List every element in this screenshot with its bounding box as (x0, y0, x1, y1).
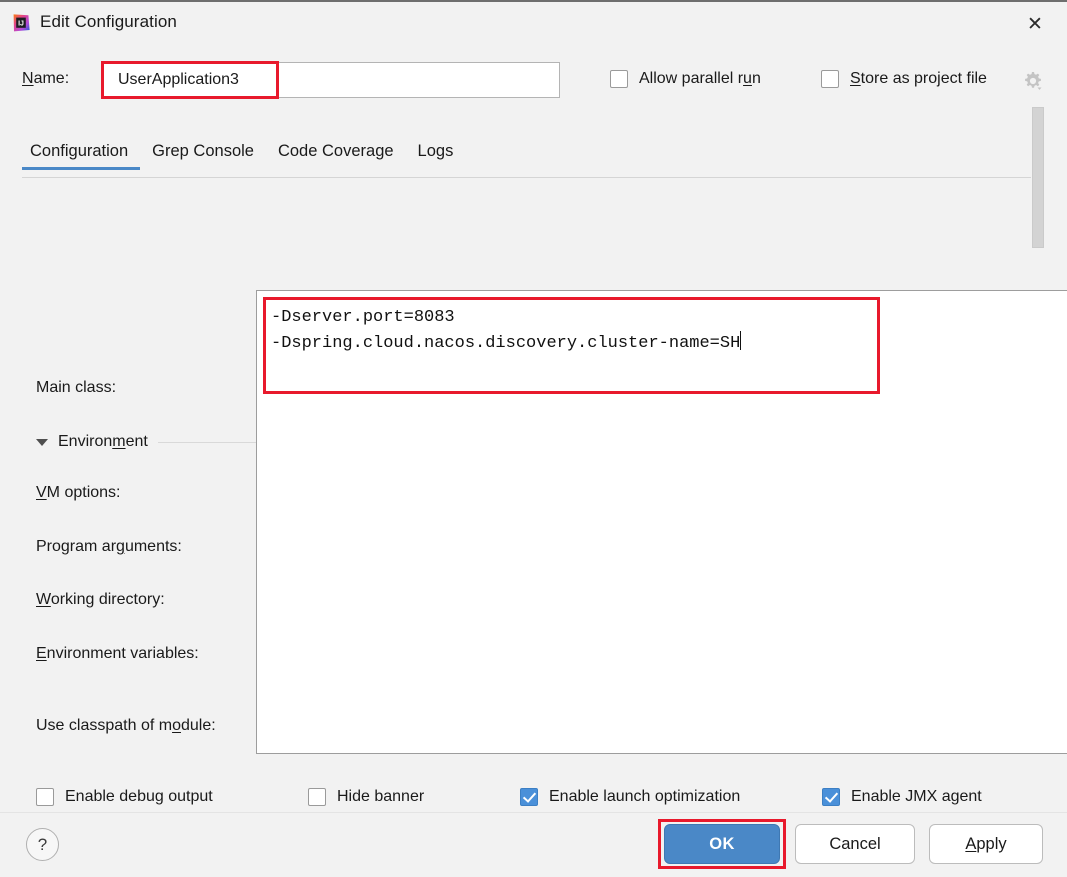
environment-variables-label: Environment variables: (36, 645, 199, 663)
name-input[interactable] (101, 62, 560, 98)
allow-parallel-run-checkbox[interactable] (610, 70, 628, 88)
enable-launch-optimization-checkbox-row[interactable]: Enable launch optimization (520, 788, 740, 806)
vm-options-editor-popup[interactable]: -Dserver.port=8083 -Dspring.cloud.nacos.… (256, 290, 1067, 754)
vm-options-text[interactable]: -Dserver.port=8083 -Dspring.cloud.nacos.… (271, 305, 741, 357)
footer-divider (0, 812, 1067, 813)
allow-parallel-run-checkbox-row[interactable]: Allow parallel run (610, 70, 761, 88)
vm-options-line-2: -Dspring.cloud.nacos.discovery.cluster-n… (271, 334, 740, 353)
intellij-idea-logo-icon: IJ (11, 13, 31, 33)
apply-button[interactable]: Apply (929, 824, 1043, 864)
chevron-down-icon (36, 439, 48, 446)
ok-button[interactable]: OK (664, 824, 780, 864)
hide-banner-label: Hide banner (337, 788, 424, 806)
name-label-mnemonic: N (22, 70, 34, 87)
store-as-project-file-checkbox[interactable] (821, 70, 839, 88)
enable-debug-output-label: Enable debug output (65, 788, 213, 806)
gear-icon[interactable] (1022, 70, 1044, 92)
spring-boot-options-strip: Enable debug output Hide banner Enable l… (22, 752, 1031, 812)
environment-section-label: Environment (58, 433, 148, 451)
tab-grep-console[interactable]: Grep Console (140, 142, 266, 170)
enable-launch-optimization-label: Enable launch optimization (549, 788, 740, 806)
edit-configuration-dialog: IJ Edit Configuration ✕ Name: Allow para… (0, 0, 1067, 877)
tab-code-coverage[interactable]: Code Coverage (266, 142, 406, 170)
hide-banner-checkbox-row[interactable]: Hide banner (308, 788, 424, 806)
hide-banner-checkbox[interactable] (308, 788, 326, 806)
allow-parallel-run-label: Allow parallel run (639, 70, 761, 88)
enable-jmx-agent-checkbox[interactable] (822, 788, 840, 806)
enable-debug-output-checkbox-row[interactable]: Enable debug output (36, 788, 213, 806)
store-as-project-file-checkbox-row[interactable]: Store as project file (821, 70, 987, 88)
name-label-rest: ame: (34, 70, 70, 87)
store-as-project-file-label: Store as project file (850, 70, 987, 88)
vertical-scrollbar-thumb[interactable] (1032, 107, 1044, 248)
program-arguments-label: Program arguments: (36, 538, 182, 556)
page-title: Edit Configuration (40, 12, 177, 32)
tab-bar: Configuration Grep Console Code Coverage… (22, 142, 465, 170)
title-bar: IJ Edit Configuration ✕ (0, 2, 1067, 46)
enable-jmx-agent-checkbox-row[interactable]: Enable JMX agent (822, 788, 982, 806)
tab-logs[interactable]: Logs (406, 142, 466, 170)
tab-configuration[interactable]: Configuration (22, 142, 140, 170)
use-classpath-of-module-label: Use classpath of module: (36, 717, 216, 735)
help-button[interactable]: ? (26, 828, 59, 861)
working-directory-label: Working directory: (36, 591, 165, 609)
vm-options-line-1: -Dserver.port=8083 (271, 308, 455, 327)
svg-text:IJ: IJ (18, 20, 24, 27)
enable-launch-optimization-checkbox[interactable] (520, 788, 538, 806)
cancel-button[interactable]: Cancel (795, 824, 915, 864)
name-label: Name: (22, 70, 69, 88)
close-icon[interactable]: ✕ (1015, 8, 1055, 40)
vm-options-label: VM options: (36, 484, 120, 502)
text-caret (740, 331, 741, 350)
enable-jmx-agent-label: Enable JMX agent (851, 788, 982, 806)
main-class-label: Main class: (36, 379, 116, 397)
enable-debug-output-checkbox[interactable] (36, 788, 54, 806)
